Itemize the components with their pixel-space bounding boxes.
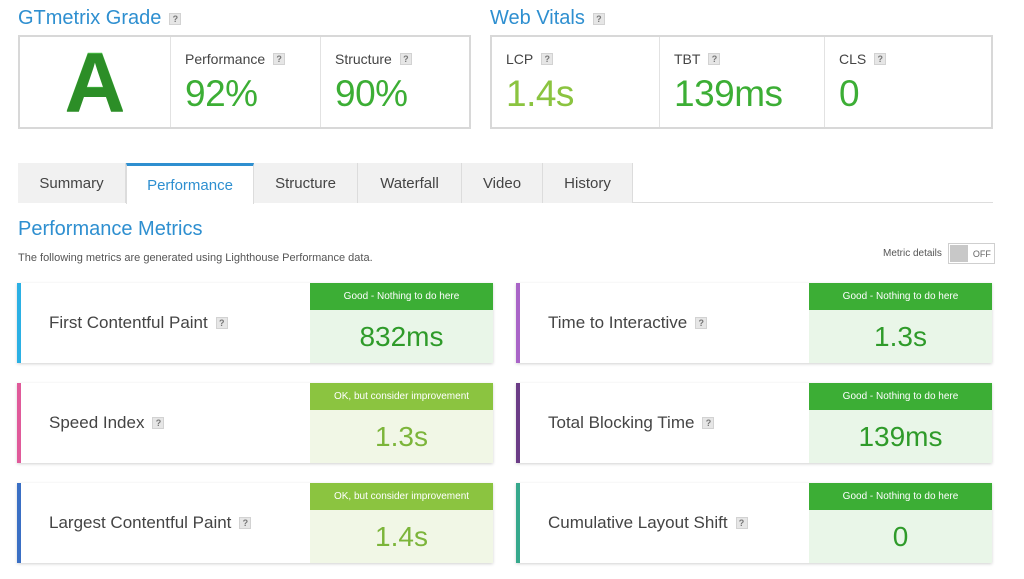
structure-cell: Structure ? 90% [321,37,469,127]
toggle-state: OFF [972,248,991,259]
web-vitals-title-text: Web Vitals [490,7,585,29]
metric-name-text: Largest Contentful Paint [49,513,232,532]
metric-status-badge: Good - Nothing to do here [310,283,493,310]
tbt-label-text: TBT [674,51,701,67]
lcp-label-text: LCP [506,51,534,67]
metric-value: 1.3s [809,310,992,363]
metric-details-toggle[interactable]: OFF [947,243,995,264]
help-icon[interactable]: ? [695,317,708,329]
metric-name: Time to Interactive? [548,313,708,333]
lcp-cell: LCP ? 1.4s [492,37,660,127]
tbt-value: 139ms [674,73,783,114]
metric-status-badge: OK, but consider improvement [310,483,493,510]
metric-name: Largest Contentful Paint? [49,513,252,533]
web-vitals-panel: LCP ? 1.4s TBT ? 139ms CLS ? 0 [490,35,993,129]
metric-card-total-blocking-time: Total Blocking Time? Good - Nothing to d… [516,383,992,463]
cls-label-text: CLS [839,51,867,67]
help-icon[interactable]: ? [239,517,252,529]
help-icon[interactable]: ? [874,53,887,65]
help-icon[interactable]: ? [273,53,286,65]
help-icon[interactable]: ? [592,12,605,25]
metric-value: 0 [809,510,992,563]
metric-name: Total Blocking Time? [548,413,715,433]
help-icon[interactable]: ? [708,53,721,65]
metric-result: OK, but consider improvement 1.4s [310,483,493,563]
metric-name-text: Cumulative Layout Shift [548,513,728,532]
metric-name: Speed Index? [49,413,165,433]
metric-details-control: Metric details OFF [883,243,995,264]
metric-name-text: Total Blocking Time [548,413,695,432]
lcp-label: LCP ? [506,51,659,67]
tab-history[interactable]: History [543,163,633,203]
gtmetrix-grade-panel: A Performance ? 92% Structure ? 90% [18,35,471,129]
grade-letter: A [64,35,126,129]
metric-status-badge: Good - Nothing to do here [809,283,992,310]
tab-video[interactable]: Video [462,163,543,203]
metric-status-badge: Good - Nothing to do here [809,383,992,410]
help-icon[interactable]: ? [152,417,165,429]
report-tabs: Summary Performance Structure Waterfall … [18,163,993,204]
metric-card-largest-contentful-paint: Largest Contentful Paint? OK, but consid… [17,483,493,563]
help-icon[interactable]: ? [215,317,228,329]
performance-value: 92% [185,73,258,114]
grade-cell: A [20,37,171,127]
metric-result: Good - Nothing to do here 832ms [310,283,493,363]
cls-value: 0 [839,73,860,114]
structure-label-text: Structure [335,51,392,67]
toggle-knob [949,245,968,262]
tab-performance[interactable]: Performance [126,163,254,204]
metric-value: 832ms [310,310,493,363]
metric-details-label: Metric details [883,248,942,259]
structure-value: 90% [335,73,408,114]
performance-label-text: Performance [185,51,266,67]
metric-value: 1.3s [310,410,493,463]
performance-metrics-subtitle: The following metrics are generated usin… [18,252,373,264]
metric-value: 1.4s [310,510,493,563]
metric-card-time-to-interactive: Time to Interactive? Good - Nothing to d… [516,283,992,363]
performance-label: Performance ? [185,51,320,67]
metric-card-cumulative-layout-shift: Cumulative Layout Shift? Good - Nothing … [516,483,992,563]
metric-card-speed-index: Speed Index? OK, but consider improvemen… [17,383,493,463]
metric-name-text: Speed Index [49,413,145,432]
web-vitals-title: Web Vitals ? [490,7,605,30]
help-icon[interactable]: ? [702,417,715,429]
performance-metrics-title: Performance Metrics [18,218,203,240]
metric-result: Good - Nothing to do here 1.3s [809,283,992,363]
metric-result: OK, but consider improvement 1.3s [310,383,493,463]
performance-cell: Performance ? 92% [171,37,321,127]
metric-name-text: First Contentful Paint [49,313,208,332]
cls-cell: CLS ? 0 [825,37,991,127]
metric-result: Good - Nothing to do here 139ms [809,383,992,463]
metric-card-first-contentful-paint: First Contentful Paint? Good - Nothing t… [17,283,493,363]
help-icon[interactable]: ? [735,517,748,529]
help-icon[interactable]: ? [541,53,554,65]
tab-waterfall[interactable]: Waterfall [358,163,462,203]
lcp-value: 1.4s [506,73,574,114]
tbt-label: TBT ? [674,51,824,67]
metric-name: Cumulative Layout Shift? [548,513,748,533]
cls-label: CLS ? [839,51,991,67]
tbt-cell: TBT ? 139ms [660,37,825,127]
metric-name-text: Time to Interactive [548,313,688,332]
tab-summary[interactable]: Summary [18,163,126,203]
structure-label: Structure ? [335,51,469,67]
metric-value: 139ms [809,410,992,463]
gtmetrix-grade-title-text: GTmetrix Grade [18,7,162,29]
tab-structure[interactable]: Structure [254,163,358,203]
help-icon[interactable]: ? [169,12,182,25]
help-icon[interactable]: ? [399,53,412,65]
metric-status-badge: Good - Nothing to do here [809,483,992,510]
metric-result: Good - Nothing to do here 0 [809,483,992,563]
gtmetrix-grade-title: GTmetrix Grade ? [18,7,182,30]
metric-status-badge: OK, but consider improvement [310,383,493,410]
metric-name: First Contentful Paint? [49,313,228,333]
